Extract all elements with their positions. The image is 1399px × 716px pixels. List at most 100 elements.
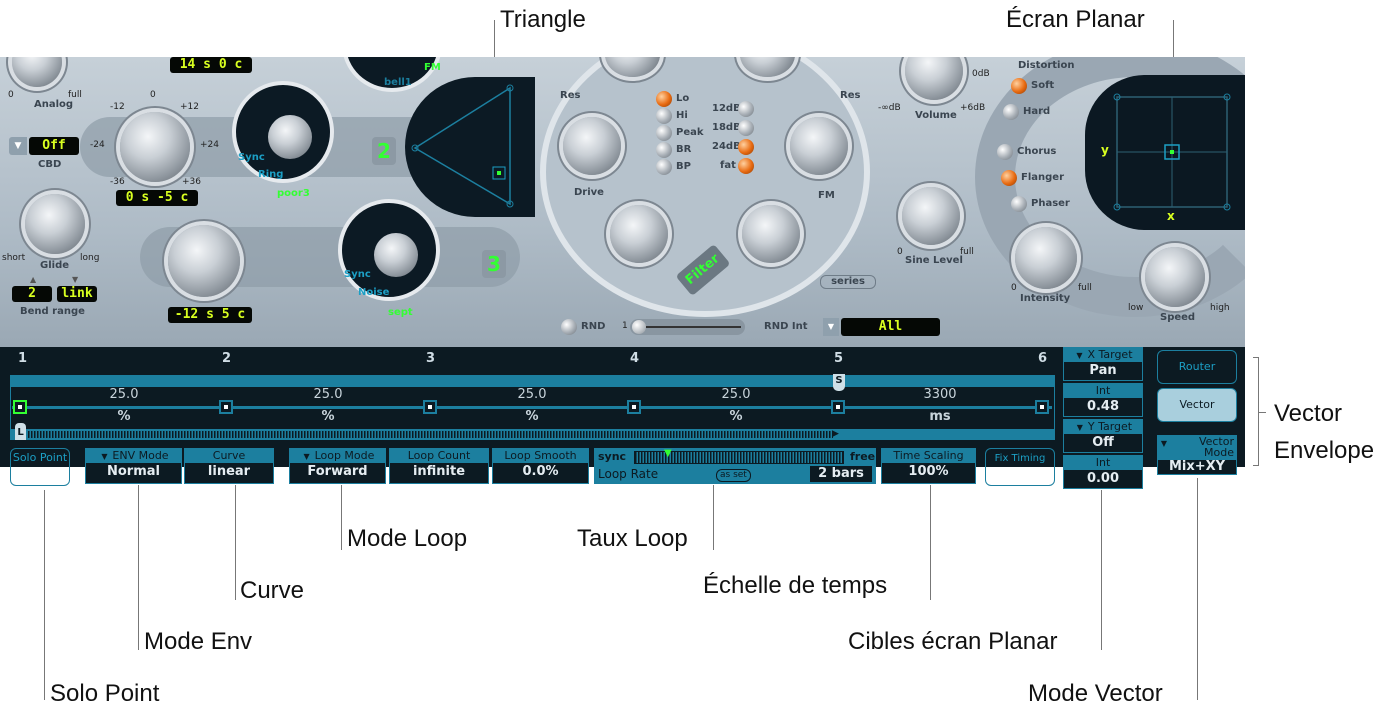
osc2-wave-label: poor3	[277, 188, 310, 199]
loop-rate-as-set-button[interactable]: as set	[716, 469, 751, 482]
time-scaling-control[interactable]: Time Scaling 100%	[881, 448, 976, 484]
rnd-slider[interactable]	[630, 319, 745, 335]
synth-panel: 0 full Analog ▼ Off CBD short long Glide…	[0, 57, 1245, 347]
callout-vector-envelope-1: Vector	[1274, 400, 1343, 427]
osc2-tune-knob[interactable]	[120, 112, 190, 182]
segment-time[interactable]: 3300	[900, 387, 980, 402]
loop-end-arrow-icon[interactable]: ▶	[832, 429, 839, 439]
filter2-res-knob[interactable]	[790, 117, 848, 175]
glide-knob[interactable]	[25, 194, 85, 254]
led-indicator	[738, 101, 754, 117]
effect-chorus[interactable]: Chorus	[997, 144, 1077, 162]
rnd-slider-handle[interactable]	[632, 320, 646, 334]
segment-time[interactable]: 25.0	[84, 387, 164, 402]
led-indicator	[656, 159, 672, 175]
osc2-tick: -12	[110, 102, 125, 112]
chevron-down-icon: ▼	[1073, 421, 1086, 434]
env-mode-label: ENV Mode	[112, 449, 169, 462]
y-target-int[interactable]: Int 0.00	[1063, 455, 1143, 489]
callout-line	[1197, 478, 1198, 700]
analog-knob[interactable]	[12, 57, 62, 87]
osc3-tune-knob[interactable]	[168, 225, 240, 297]
osc2-tick: +12	[180, 102, 199, 112]
envelope-point[interactable]	[423, 400, 437, 414]
vector-mode-label: Vector Mode	[1198, 436, 1234, 459]
time-scaling-label: Time Scaling	[882, 449, 975, 463]
segment-time[interactable]: 25.0	[492, 387, 572, 402]
osc1-fm-label: FM	[424, 62, 441, 73]
effect-flanger[interactable]: Flanger	[1001, 170, 1081, 188]
router-button[interactable]: Router	[1157, 350, 1237, 384]
envelope-point[interactable]	[219, 400, 233, 414]
cbd-value: Off	[29, 137, 79, 155]
fix-timing-button[interactable]: Fix Timing	[985, 448, 1055, 486]
callout-line	[235, 485, 236, 600]
triangle-pad[interactable]	[405, 77, 535, 217]
osc3-wave-knob[interactable]	[374, 233, 418, 277]
solo-point-button[interactable]: Solo Point	[10, 448, 70, 486]
osc2-wave-knob[interactable]	[268, 115, 312, 159]
vector-button[interactable]: Vector	[1157, 388, 1237, 422]
bracket-line	[1253, 465, 1259, 466]
loop-range[interactable]	[28, 431, 833, 438]
env-mode-dropdown[interactable]: ▼ ENV Mode Normal	[85, 448, 182, 484]
slope-label: 12dB	[712, 103, 741, 114]
loop-count-control[interactable]: Loop Count infinite	[389, 448, 489, 484]
bend-range-up[interactable]: 2	[12, 286, 52, 302]
intensity-knob[interactable]	[1015, 227, 1077, 289]
glide-label: Glide	[40, 260, 70, 271]
loop-smooth-value: 0.0%	[522, 464, 559, 479]
callout-triangle: Triangle	[500, 6, 586, 33]
osc3-number-button[interactable]: 3	[482, 250, 506, 278]
x-int-value: 0.48	[1086, 399, 1120, 414]
segment-unit: ms	[929, 409, 951, 424]
mode-label: Hi	[676, 110, 688, 121]
loop-rate-sync-label: sync	[598, 450, 627, 463]
x-target-dropdown[interactable]: ▼ X Target Pan	[1063, 347, 1143, 381]
x-target-int[interactable]: Int 0.48	[1063, 383, 1143, 417]
sine-level-label: Sine Level	[905, 255, 963, 266]
segment-unit: %	[321, 409, 335, 424]
sustain-bar[interactable]	[10, 375, 1055, 387]
filter1-res-knob[interactable]	[563, 117, 621, 175]
led-indicator	[656, 125, 672, 141]
led-indicator	[738, 158, 754, 174]
envelope-point[interactable]	[831, 400, 845, 414]
filter1-drive-knob[interactable]	[610, 205, 668, 263]
volume-knob[interactable]	[905, 57, 963, 100]
rnd-button[interactable]	[561, 319, 577, 335]
loop-rate-handle-icon[interactable]: ▼	[664, 448, 672, 459]
rnd-target-dropdown[interactable]: ▼ All	[823, 318, 940, 336]
filter-routing-button[interactable]: series	[820, 275, 876, 289]
vector-mode-dropdown[interactable]: ▼ Vector Mode Mix+XY	[1157, 435, 1237, 475]
effect-phaser[interactable]: Phaser	[1011, 196, 1091, 214]
planar-pad[interactable]: y x	[1085, 75, 1245, 230]
bend-range-down[interactable]: link	[57, 286, 97, 302]
segment-unit: %	[729, 409, 743, 424]
speed-knob[interactable]	[1145, 247, 1205, 307]
segment-time[interactable]: 25.0	[288, 387, 368, 402]
distortion-soft[interactable]: Soft	[1011, 78, 1081, 96]
envelope-point-selected[interactable]	[13, 400, 27, 414]
envelope-point[interactable]	[1035, 400, 1049, 414]
curve-control[interactable]: Curve linear	[184, 448, 274, 484]
sine-level-knob[interactable]	[902, 187, 960, 245]
osc2-tick: -36	[110, 177, 125, 187]
mode-label: Peak	[676, 127, 704, 138]
curve-label: Curve	[185, 449, 273, 463]
rnd-target-value: All	[841, 318, 940, 336]
callout-curve: Curve	[240, 577, 305, 604]
segment-time[interactable]: 25.0	[696, 387, 776, 402]
cbd-label: CBD	[38, 159, 62, 170]
loop-smooth-control[interactable]: Loop Smooth 0.0%	[492, 448, 589, 484]
loop-mode-dropdown[interactable]: ▼ Loop Mode Forward	[289, 448, 386, 484]
osc2-tick: +24	[200, 140, 219, 150]
intensity-min: 0	[1011, 283, 1017, 293]
cbd-dropdown[interactable]: ▼ Off	[9, 137, 79, 155]
loop-start-marker[interactable]: L	[15, 423, 26, 440]
envelope-point[interactable]	[627, 400, 641, 414]
y-target-dropdown[interactable]: ▼ Y Target Off	[1063, 419, 1143, 453]
distortion-hard[interactable]: Hard	[1003, 104, 1073, 122]
osc2-number-button[interactable]: 2	[372, 137, 396, 165]
filter2-fm-knob[interactable]	[742, 205, 800, 263]
